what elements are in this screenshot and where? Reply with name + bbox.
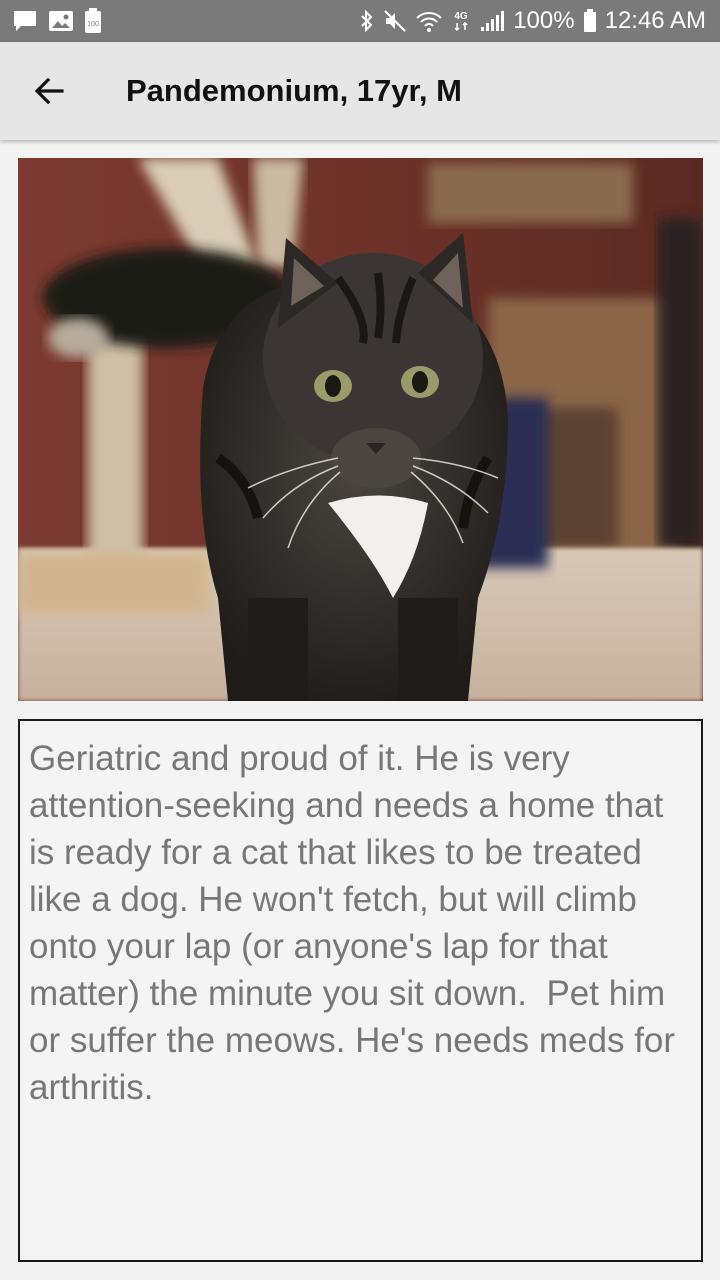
description-text: Geriatric and proud of it. He is very at… bbox=[29, 739, 685, 1107]
page-title: Pandemonium, 17yr, M bbox=[126, 73, 462, 108]
wifi-icon bbox=[415, 9, 443, 33]
image-icon bbox=[48, 9, 74, 33]
cat-image bbox=[18, 158, 703, 701]
battery-saver-icon: 100 bbox=[84, 8, 102, 34]
back-arrow-icon bbox=[34, 77, 64, 105]
bluetooth-icon bbox=[359, 9, 375, 33]
app-bar: Pandemonium, 17yr, M bbox=[0, 42, 720, 140]
signal-icon bbox=[479, 9, 505, 33]
mute-icon bbox=[383, 9, 407, 33]
back-button[interactable] bbox=[18, 60, 80, 122]
system-icons: 4G 100% 12:46 AM bbox=[359, 7, 706, 35]
network-label: 4G bbox=[455, 11, 469, 22]
4g-lte-icon: 4G bbox=[451, 8, 471, 34]
battery-percent: 100% bbox=[513, 7, 575, 34]
battery-icon bbox=[583, 9, 597, 33]
pet-photo bbox=[18, 158, 703, 701]
chat-icon bbox=[12, 9, 38, 33]
battery-saver-label: 100 bbox=[87, 21, 99, 28]
status-bar: 100 4G 100% 12:46 AM bbox=[0, 0, 720, 42]
clock: 12:46 AM bbox=[604, 7, 706, 34]
notification-icons: 100 bbox=[12, 8, 102, 34]
description-box[interactable]: Geriatric and proud of it. He is very at… bbox=[18, 719, 703, 1262]
